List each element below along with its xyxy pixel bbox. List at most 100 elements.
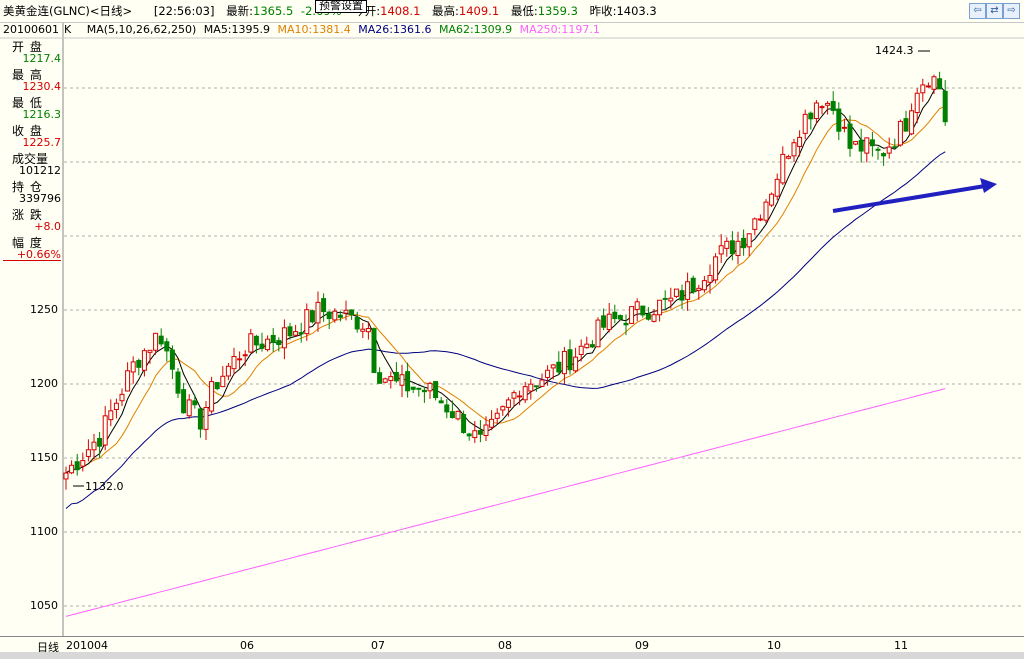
- up-candle: [550, 364, 556, 369]
- min-annotation: 1132.0: [85, 480, 124, 493]
- down-candle: [836, 108, 842, 132]
- up-candle: [63, 472, 69, 480]
- up-candle: [685, 281, 691, 300]
- ma26-line: [65, 151, 946, 509]
- up-candle: [757, 218, 763, 221]
- up-candle: [69, 464, 75, 474]
- up-candle: [696, 287, 702, 291]
- down-candle: [259, 343, 265, 349]
- up-candle: [735, 240, 741, 257]
- ma10-line: [65, 105, 946, 474]
- down-candle: [449, 411, 455, 419]
- up-candle: [209, 381, 215, 412]
- down-candle: [405, 371, 411, 392]
- up-candle: [365, 328, 371, 333]
- down-candle: [461, 414, 467, 434]
- down-candle: [847, 123, 853, 149]
- up-candle: [595, 319, 601, 348]
- up-candle: [629, 306, 635, 324]
- up-candle: [388, 376, 394, 382]
- down-candle: [567, 349, 573, 371]
- down-candle: [337, 314, 343, 318]
- x-axis: 日线 201004 06 07 08 09 10 11: [0, 636, 1024, 654]
- ma26-path: [65, 151, 946, 509]
- ma10-path: [65, 105, 946, 474]
- down-candle: [892, 146, 898, 149]
- up-candle: [91, 441, 97, 451]
- down-candle: [623, 322, 629, 326]
- down-candle: [136, 359, 142, 368]
- up-candle: [673, 288, 679, 297]
- down-candle: [175, 371, 181, 394]
- x-label-09: 09: [635, 639, 649, 652]
- down-candle: [937, 78, 943, 90]
- up-candle: [304, 309, 310, 335]
- down-candle: [741, 237, 747, 249]
- down-candle: [393, 372, 399, 382]
- up-candle: [281, 327, 287, 349]
- up-candle: [657, 299, 663, 316]
- down-candle: [169, 349, 175, 370]
- up-candle: [265, 338, 271, 351]
- up-candle: [931, 76, 937, 90]
- down-candle: [421, 389, 427, 393]
- up-candle: [343, 309, 349, 314]
- up-candle: [561, 350, 567, 375]
- down-candle: [214, 382, 220, 390]
- down-candle: [533, 385, 539, 388]
- down-candle: [612, 311, 618, 320]
- up-candle: [80, 460, 86, 467]
- up-candle: [505, 399, 511, 408]
- up-candle: [237, 358, 243, 361]
- up-candle: [248, 333, 254, 353]
- up-candle: [780, 153, 786, 184]
- down-candle: [158, 335, 164, 345]
- grid: [64, 87, 1024, 607]
- up-candle: [909, 110, 915, 135]
- down-candle: [942, 90, 948, 123]
- ma250-line: [65, 388, 946, 617]
- up-candle: [897, 120, 903, 146]
- up-candle: [141, 350, 147, 371]
- up-candle: [472, 430, 478, 439]
- up-candle: [511, 392, 517, 399]
- down-candle: [298, 332, 304, 335]
- down-candle: [410, 386, 416, 390]
- candlestick-chart[interactable]: 1424.3 1132.0: [0, 0, 1024, 636]
- up-candle: [853, 141, 859, 145]
- ma250-path: [65, 388, 946, 617]
- up-candle: [819, 106, 825, 109]
- x-label-07: 07: [371, 639, 385, 652]
- down-candle: [74, 461, 80, 471]
- down-candle: [326, 311, 332, 320]
- ma5-line: [65, 85, 946, 474]
- down-candle: [371, 328, 377, 374]
- trend-line: [832, 184, 986, 213]
- up-candle: [920, 84, 926, 94]
- status-bar: [0, 652, 1024, 659]
- up-candle: [231, 355, 237, 370]
- up-candle: [545, 369, 551, 378]
- down-candle: [466, 433, 472, 437]
- up-candle: [864, 137, 870, 154]
- x-label-08: 08: [498, 639, 512, 652]
- up-candle: [746, 233, 752, 248]
- up-candle: [242, 354, 248, 357]
- up-candle: [455, 410, 461, 420]
- down-candle: [197, 408, 203, 430]
- up-candle: [774, 178, 780, 197]
- down-candle: [881, 153, 887, 157]
- up-candle: [153, 332, 159, 351]
- down-candle: [477, 430, 483, 435]
- up-candle: [225, 365, 231, 377]
- down-candle: [309, 310, 315, 323]
- up-candle: [500, 406, 506, 411]
- up-candle: [769, 193, 775, 206]
- down-candle: [869, 139, 875, 147]
- up-candle: [147, 349, 153, 353]
- x-label-11: 11: [894, 639, 908, 652]
- up-candle: [785, 156, 791, 159]
- up-candle: [707, 274, 713, 283]
- down-candle: [321, 298, 327, 313]
- arrow-head-icon: [980, 178, 997, 193]
